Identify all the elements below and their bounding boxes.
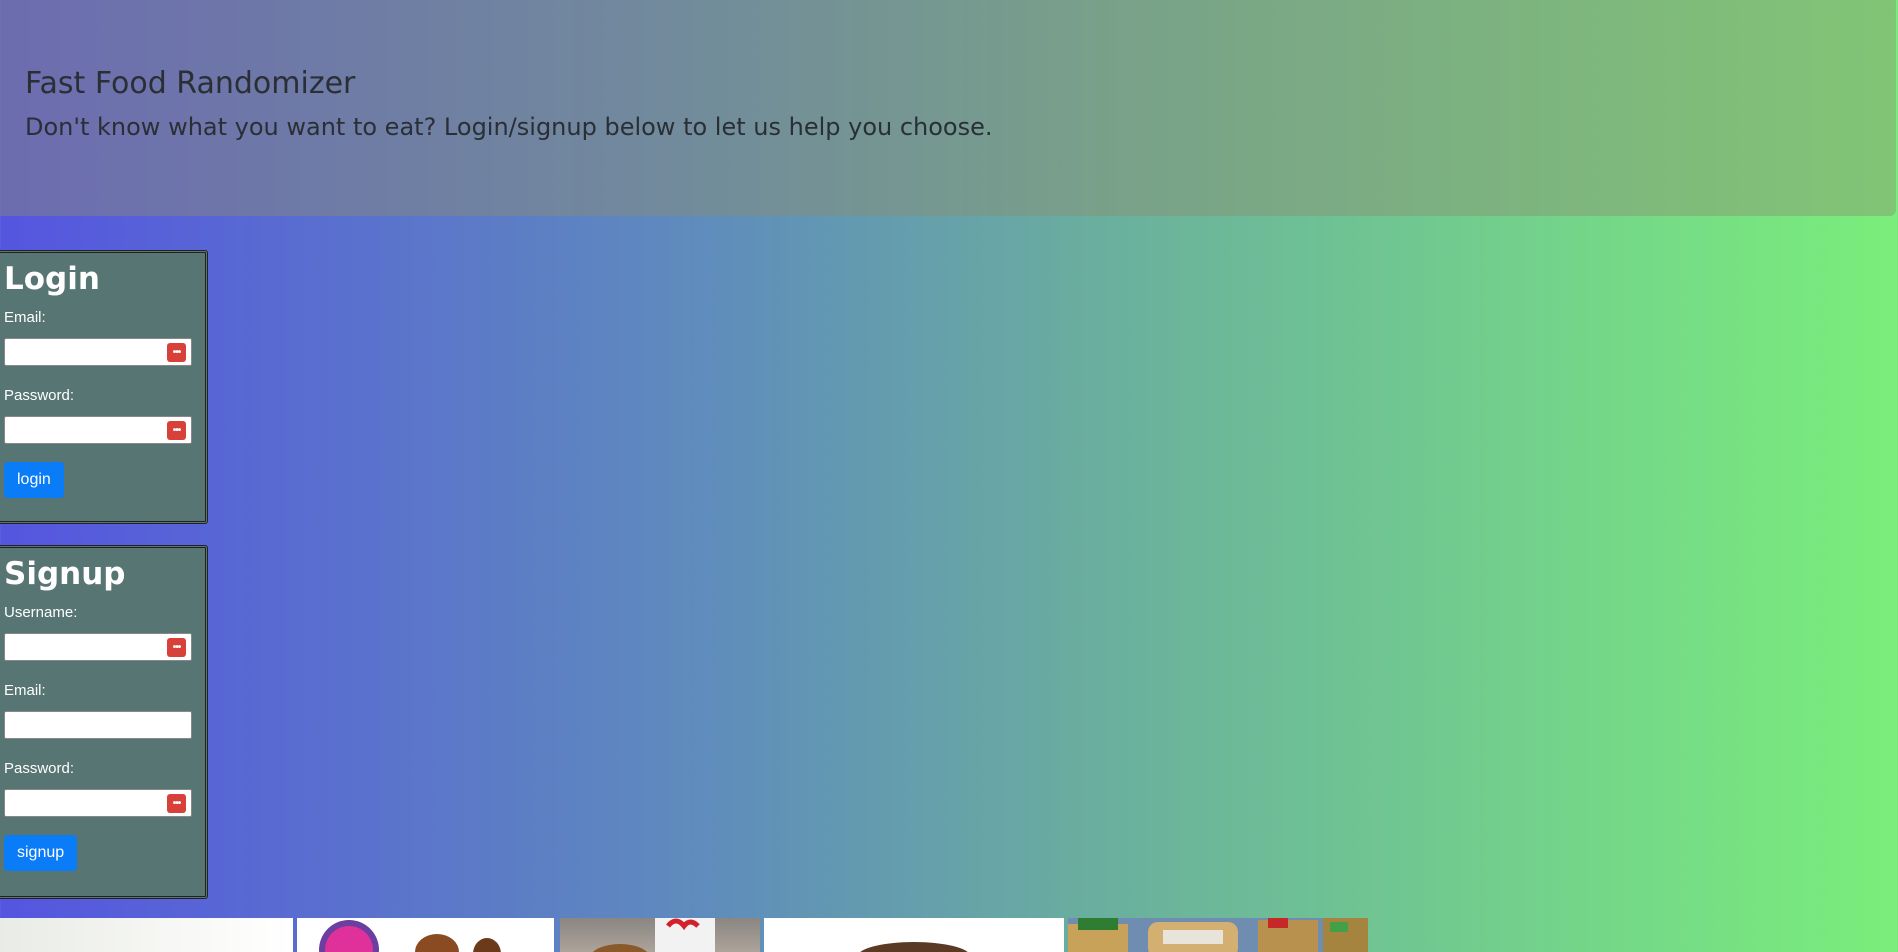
subway-image [1068, 918, 1368, 952]
signup-email-field[interactable] [4, 711, 192, 739]
login-password-label: Password: [4, 387, 75, 404]
chick-fil-a-image [560, 918, 760, 952]
signup-username-field[interactable]: ••• [4, 633, 192, 661]
header-jumbotron: Fast Food Randomizer Don't know what you… [0, 0, 1896, 216]
restaurant-image-1 [0, 918, 293, 952]
login-form: Login Email: ••• Password: ••• login [0, 250, 208, 524]
signup-password-label: Password: [4, 760, 75, 777]
login-email-input[interactable] [9, 340, 163, 366]
signup-password-field[interactable]: ••• [4, 789, 192, 817]
login-password-input[interactable] [9, 418, 163, 444]
signup-password-input[interactable] [9, 791, 163, 817]
password-manager-icon[interactable]: ••• [167, 794, 186, 813]
password-manager-icon[interactable]: ••• [167, 343, 186, 362]
login-email-field[interactable]: ••• [4, 338, 192, 366]
signup-title: Signup [4, 556, 126, 592]
signup-button[interactable]: signup [4, 835, 78, 871]
signup-username-label: Username: [4, 604, 78, 621]
login-title: Login [4, 261, 100, 297]
burger-image [764, 918, 1064, 952]
signup-email-label: Email: [4, 682, 46, 699]
login-button[interactable]: login [4, 462, 64, 498]
password-manager-icon[interactable]: ••• [167, 421, 186, 440]
signup-username-input[interactable] [9, 635, 163, 661]
login-password-field[interactable]: ••• [4, 416, 192, 444]
signup-email-input[interactable] [9, 713, 163, 739]
taco-bell-image [297, 918, 554, 952]
password-manager-icon[interactable]: ••• [167, 638, 186, 657]
signup-form: Signup Username: ••• Email: Password: ••… [0, 545, 208, 899]
restaurant-image-strip [0, 918, 1380, 952]
login-email-label: Email: [4, 309, 46, 326]
page-subtitle: Don't know what you want to eat? Login/s… [25, 113, 993, 141]
page-title: Fast Food Randomizer [25, 66, 356, 101]
